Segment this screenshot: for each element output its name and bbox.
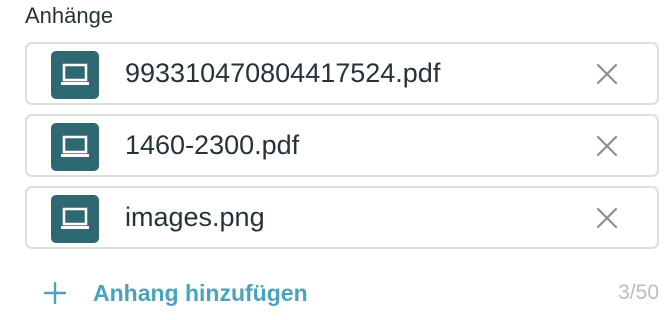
remove-attachment-button[interactable] bbox=[593, 60, 621, 88]
close-icon bbox=[596, 135, 618, 157]
attachment-item: images.png bbox=[25, 186, 659, 249]
remove-attachment-button[interactable] bbox=[593, 204, 621, 232]
attachment-filename[interactable]: images.png bbox=[125, 188, 265, 247]
computer-icon bbox=[51, 123, 99, 171]
attachment-item: 993310470804417524.pdf bbox=[25, 42, 659, 105]
close-icon bbox=[596, 207, 618, 229]
remove-attachment-button[interactable] bbox=[593, 132, 621, 160]
attachment-item: 1460-2300.pdf bbox=[25, 114, 659, 177]
attachment-filename[interactable]: 993310470804417524.pdf bbox=[125, 44, 440, 103]
add-attachment-button[interactable]: Anhang hinzufügen bbox=[43, 270, 308, 316]
attachments-list: 993310470804417524.pdf 1460-2300.pdf ima… bbox=[25, 42, 659, 258]
computer-icon bbox=[51, 195, 99, 243]
add-attachment-label: Anhang hinzufügen bbox=[93, 279, 308, 306]
attachments-footer: Anhang hinzufügen 3/50 bbox=[25, 270, 659, 316]
computer-icon bbox=[51, 51, 99, 99]
attachment-filename[interactable]: 1460-2300.pdf bbox=[125, 116, 299, 175]
attachments-title: Anhänge bbox=[25, 3, 114, 28]
plus-icon bbox=[43, 281, 67, 305]
attachment-counter: 3/50 bbox=[618, 281, 659, 304]
close-icon bbox=[596, 63, 618, 85]
